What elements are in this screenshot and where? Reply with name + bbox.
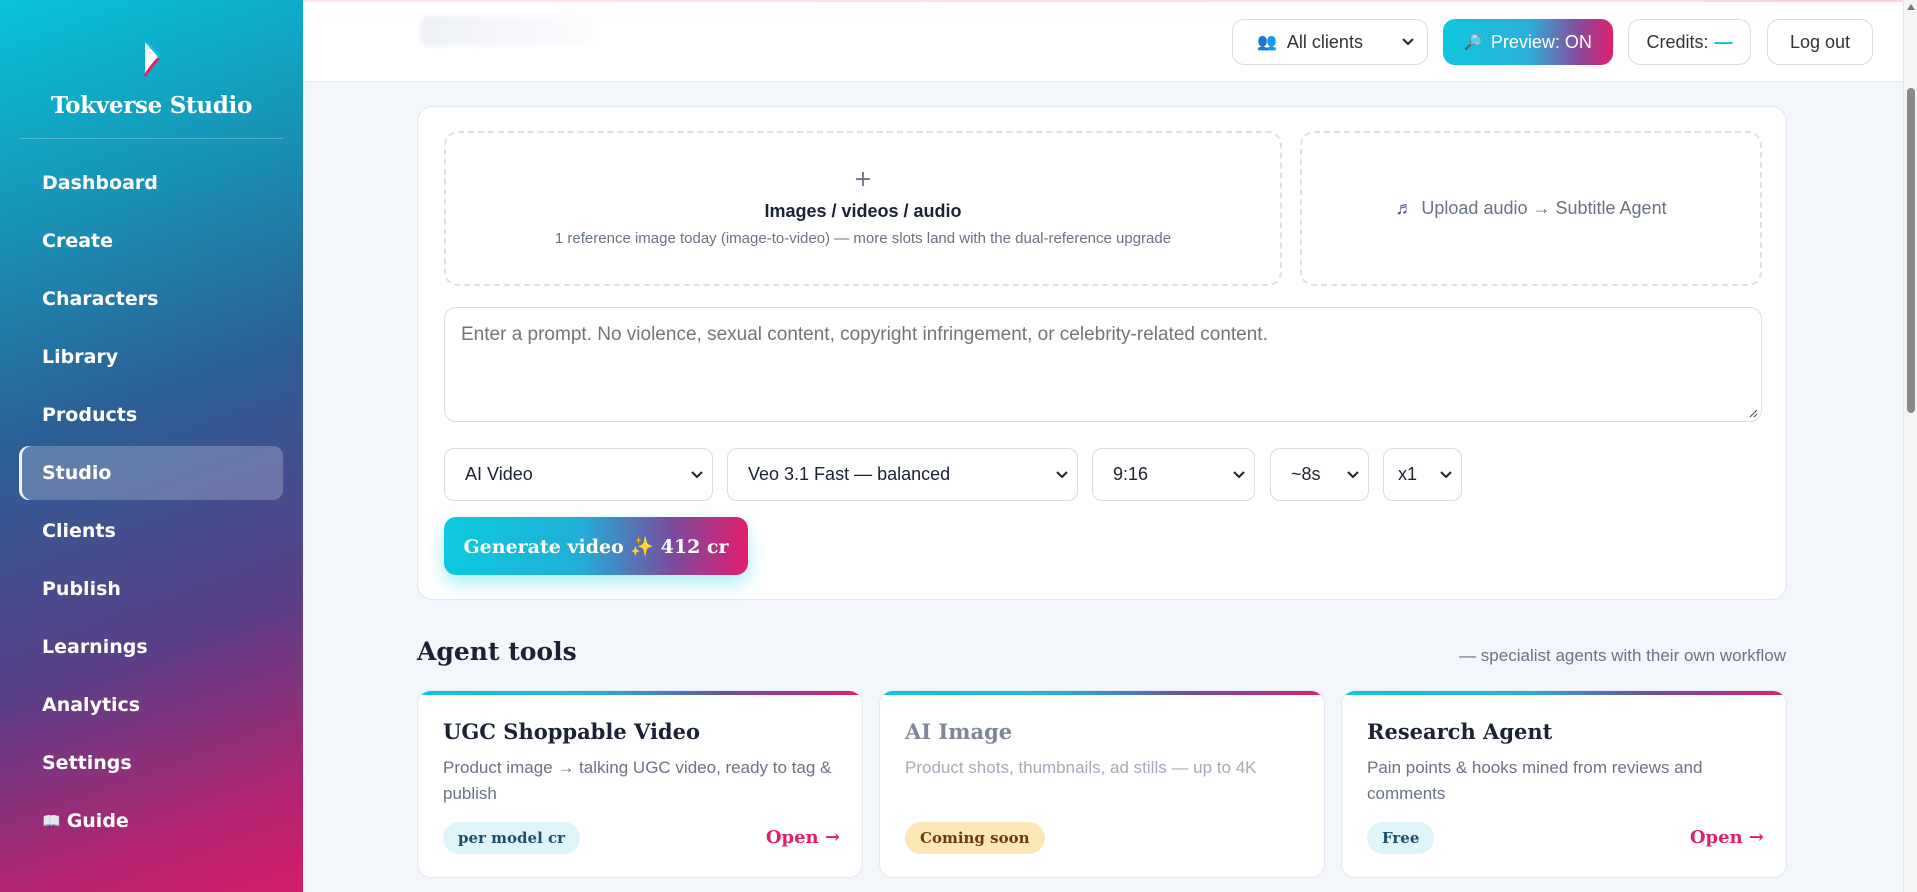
scroll-thumb[interactable] [1907, 88, 1915, 413]
sidebar-item-label: Characters [42, 288, 159, 310]
generate-video-button[interactable]: Generate video ✨ 412 cr [444, 517, 748, 575]
price-badge: Free [1367, 822, 1435, 854]
audio-upload-label: Upload audio → Subtitle Agent [1421, 198, 1667, 218]
open-link[interactable]: Open → [766, 827, 840, 848]
sidebar-item-label: Publish [42, 578, 121, 600]
chevron-down-icon [1402, 38, 1414, 46]
composer-card: + Images / videos / audio 1 reference im… [417, 106, 1787, 600]
people-icon: 👥 [1257, 34, 1277, 51]
preview-toggle-button[interactable]: 🔎 Preview: ON [1443, 19, 1613, 65]
sidebar-item-label: Clients [42, 520, 116, 542]
generate-label: Generate video ✨ 412 cr [463, 535, 729, 558]
tool-card-description: Pain points & hooks mined from reviews a… [1367, 758, 1703, 803]
tool-card-research-agent[interactable]: Research Agent Pain points & hooks mined… [1341, 690, 1787, 878]
duration-select[interactable]: ~8s [1270, 448, 1369, 501]
plus-icon: + [853, 167, 873, 192]
page-title-placeholder [420, 16, 600, 46]
sidebar-item-label: Create [42, 230, 113, 252]
sidebar-item-clients[interactable]: Clients [19, 504, 283, 558]
tool-card-description: Product image → talking UGC video, ready… [443, 758, 832, 803]
audio-upload-dropzone[interactable]: ♬ Upload audio → Subtitle Agent [1300, 131, 1762, 286]
tool-card-ai-image: AI Image Product shots, thumbnails, ad s… [879, 690, 1325, 878]
sidebar-item-label: Products [42, 404, 138, 426]
chevron-down-icon [1056, 471, 1068, 479]
aspect-ratio-value: 9:16 [1113, 464, 1149, 484]
mode-select[interactable]: AI Video [444, 448, 713, 501]
book-icon: 📖 [42, 812, 61, 830]
sidebar-nav: Dashboard Create Characters Library Prod… [19, 156, 283, 852]
sidebar-item-characters[interactable]: Characters [19, 272, 283, 326]
logout-label: Log out [1789, 31, 1851, 52]
chevron-down-icon [1233, 471, 1245, 479]
duration-value: ~8s [1291, 464, 1321, 484]
chevron-down-icon [691, 471, 703, 479]
sidebar: Tokverse Studio Dashboard Create Charact… [0, 0, 303, 892]
sidebar-item-label: Studio [42, 462, 112, 484]
media-upload-dropzone[interactable]: + Images / videos / audio 1 reference im… [444, 131, 1282, 286]
tool-card-description: Product shots, thumbnails, ad stills — u… [905, 758, 1257, 777]
sidebar-item-library[interactable]: Library [19, 330, 283, 384]
sidebar-item-label: Dashboard [42, 172, 158, 194]
agent-tools-heading: Agent tools [417, 637, 577, 666]
page-scrollbar[interactable] [1903, 0, 1917, 892]
credits-button[interactable]: Credits: — [1628, 19, 1751, 65]
count-value: x1 [1398, 464, 1418, 484]
prompt-input[interactable] [444, 307, 1762, 422]
sidebar-item-label: Analytics [42, 694, 141, 716]
sidebar-item-studio[interactable]: Studio [19, 446, 283, 500]
logout-button[interactable]: Log out [1767, 19, 1873, 65]
sidebar-item-products[interactable]: Products [19, 388, 283, 442]
count-select[interactable]: x1 [1383, 448, 1462, 501]
music-note-icon: ♬ [1395, 198, 1414, 218]
credits-label: Credits: [1646, 31, 1709, 52]
credits-value: — [1714, 31, 1733, 52]
open-link[interactable]: Open → [1690, 827, 1764, 848]
sidebar-item-dashboard[interactable]: Dashboard [19, 156, 283, 210]
status-badge: Coming soon [905, 822, 1045, 854]
sidebar-item-label: Learnings [42, 636, 148, 658]
model-select[interactable]: Veo 3.1 Fast — balanced [727, 448, 1078, 501]
agent-tools-note: — specialist agents with their own workf… [1459, 646, 1786, 665]
tool-card-ugc-shoppable-video[interactable]: UGC Shoppable Video Product image → talk… [417, 690, 863, 878]
brand-name: Tokverse Studio [50, 92, 253, 119]
aspect-ratio-select[interactable]: 9:16 [1092, 448, 1255, 501]
chevron-down-icon [1440, 471, 1452, 479]
price-badge: per model cr [443, 822, 581, 854]
client-select[interactable]: 👥 All clients [1232, 19, 1428, 65]
client-select-value: All clients [1286, 31, 1363, 52]
upload-subtitle: 1 reference image today (image-to-video)… [554, 230, 1172, 247]
scroll-up-arrow-icon[interactable] [1907, 4, 1915, 10]
sidebar-item-guide[interactable]: 📖 Guide [19, 794, 283, 848]
sidebar-item-label: Guide [66, 810, 129, 832]
sidebar-item-label: Library [42, 346, 119, 368]
sidebar-item-publish[interactable]: Publish [19, 562, 283, 616]
sidebar-item-settings[interactable]: Settings [19, 736, 283, 790]
mode-select-value: AI Video [465, 464, 533, 484]
logo-icon [143, 41, 161, 77]
sidebar-item-learnings[interactable]: Learnings [19, 620, 283, 674]
sidebar-item-label: Settings [42, 752, 132, 774]
sidebar-item-analytics[interactable]: Analytics [19, 678, 283, 732]
model-select-value: Veo 3.1 Fast — balanced [748, 464, 951, 484]
upload-title: Images / videos / audio [764, 201, 962, 221]
chevron-down-icon [1347, 471, 1359, 479]
tool-card-title: UGC Shoppable Video [443, 719, 700, 744]
tool-card-title: Research Agent [1367, 719, 1553, 744]
tool-card-title: AI Image [905, 719, 1013, 744]
topbar: 👥 All clients 🔎 Preview: ON Credits: — L… [303, 0, 1917, 82]
preview-label: Preview: ON [1490, 31, 1592, 52]
sidebar-divider [20, 138, 283, 139]
magnifier-icon: 🔎 [1464, 34, 1483, 51]
sidebar-item-create[interactable]: Create [19, 214, 283, 268]
resize-grip-icon[interactable] [1748, 408, 1758, 418]
